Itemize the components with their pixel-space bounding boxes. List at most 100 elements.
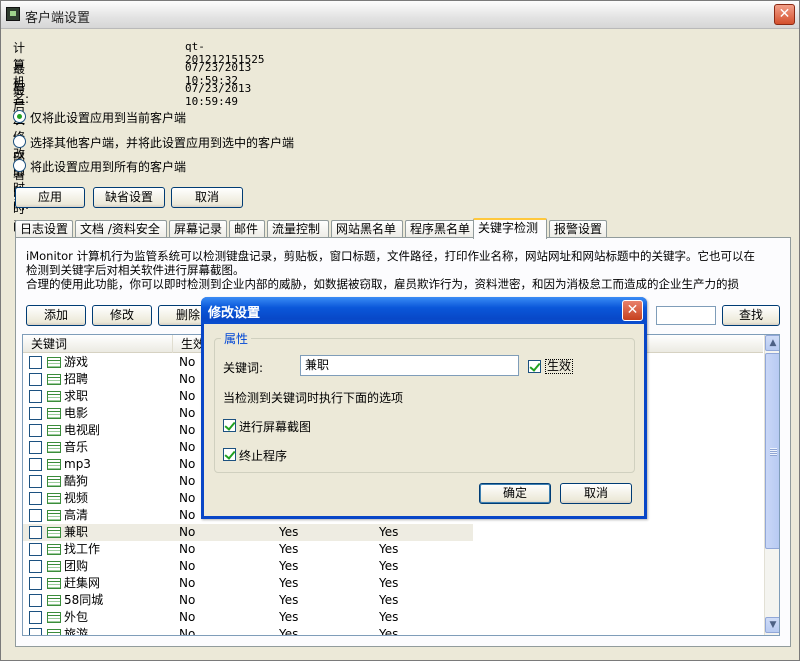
- radio-label: 将此设置应用到所有的客户端: [30, 160, 187, 174]
- terminate-option-label[interactable]: 终止程序: [239, 447, 287, 464]
- cancel-button[interactable]: 取消: [171, 187, 243, 208]
- tab-program-blacklist[interactable]: 程序黑名单: [405, 220, 477, 238]
- radio-button[interactable]: [13, 110, 26, 123]
- keyword-cell: 招聘: [64, 372, 89, 386]
- list-item[interactable]: 赶集网 No Yes Yes: [23, 575, 763, 592]
- table-icon: [47, 544, 61, 555]
- default-settings-button[interactable]: 缺省设置: [93, 187, 165, 208]
- enabled-cell: No: [179, 372, 196, 386]
- description-text: iMonitor 计算机行为监管系统可以检测键盘记录，剪贴板，窗口标题，文件路径…: [26, 249, 776, 291]
- row-checkbox[interactable]: [29, 441, 42, 454]
- list-item[interactable]: 旅游 No Yes Yes: [23, 626, 763, 636]
- tab-screen-record[interactable]: 屏幕记录: [169, 220, 227, 238]
- window-close-button[interactable]: ✕: [774, 4, 795, 25]
- tab-email[interactable]: 邮件: [229, 220, 265, 238]
- row-checkbox[interactable]: [29, 509, 42, 522]
- row-checkbox[interactable]: [29, 577, 42, 590]
- keyword-cell: 团购: [64, 559, 89, 573]
- keyword-cell: 电视剧: [64, 423, 101, 437]
- edit-settings-dialog: 修改设置 ✕ 属性 关键词: 兼职 生效 当检测到关键词时执行下面的选项 进行屏…: [201, 297, 647, 519]
- row-checkbox[interactable]: [29, 526, 42, 539]
- row-checkbox[interactable]: [29, 407, 42, 420]
- description-line: iMonitor 计算机行为监管系统可以检测键盘记录，剪贴板，窗口标题，文件路径…: [26, 249, 756, 263]
- terminate-cell: Yes: [379, 610, 399, 624]
- apply-button[interactable]: 应用: [15, 187, 85, 208]
- enabled-label[interactable]: 生效: [545, 359, 574, 374]
- keyword-cell: 旅游: [64, 627, 89, 636]
- scrollbar-thumb[interactable]: [765, 353, 779, 549]
- tab-traffic-control[interactable]: 流量控制: [267, 220, 329, 238]
- tab-document-security[interactable]: 文档 /资料安全: [75, 220, 167, 238]
- list-item[interactable]: 外包 No Yes Yes: [23, 609, 763, 626]
- list-item[interactable]: 兼职 No Yes Yes: [23, 524, 763, 541]
- list-item[interactable]: 团购 No Yes Yes: [23, 558, 763, 575]
- table-icon: [47, 527, 61, 538]
- column-header-keyword[interactable]: 关键词: [23, 335, 173, 353]
- row-checkbox[interactable]: [29, 560, 42, 573]
- row-checkbox[interactable]: [29, 373, 42, 386]
- title-bar[interactable]: 客户端设置 ✕: [1, 1, 799, 29]
- radio-label: 选择其他客户端，并将此设置应用到选中的客户端: [30, 136, 295, 150]
- row-checkbox[interactable]: [29, 458, 42, 471]
- edit-keyword-button[interactable]: 修改: [92, 305, 152, 326]
- keyword-cell: 音乐: [64, 440, 89, 454]
- enabled-cell: No: [179, 627, 196, 636]
- screenshot-cell: Yes: [279, 627, 299, 636]
- keyword-cell: 酷狗: [64, 474, 89, 488]
- search-button[interactable]: 查找: [722, 305, 780, 326]
- table-icon: [47, 357, 61, 368]
- tab-alert-settings[interactable]: 报警设置: [549, 220, 607, 238]
- screenshot-cell: Yes: [279, 610, 299, 624]
- row-checkbox[interactable]: [29, 390, 42, 403]
- dialog-close-button[interactable]: ✕: [622, 300, 643, 321]
- row-checkbox[interactable]: [29, 475, 42, 488]
- keyword-input[interactable]: 兼职: [300, 355, 519, 376]
- row-checkbox[interactable]: [29, 492, 42, 505]
- app-icon: [6, 7, 20, 21]
- keyword-cell: 游戏: [64, 355, 89, 369]
- row-checkbox[interactable]: [29, 356, 42, 369]
- row-checkbox[interactable]: [29, 543, 42, 556]
- scroll-down-arrow-icon[interactable]: ▼: [765, 617, 779, 633]
- table-icon: [47, 510, 61, 521]
- dialog-cancel-button[interactable]: 取消: [560, 483, 632, 504]
- radio-button[interactable]: [13, 135, 26, 148]
- enabled-cell: No: [179, 610, 196, 624]
- enabled-cell: No: [179, 542, 196, 556]
- grip-icon: [770, 448, 777, 456]
- list-item[interactable]: 找工作 No Yes Yes: [23, 541, 763, 558]
- search-input[interactable]: [656, 306, 716, 325]
- tab-keyword-detection[interactable]: 关键字检测: [473, 218, 547, 239]
- dialog-title: 修改设置: [208, 306, 261, 321]
- row-checkbox[interactable]: [29, 594, 42, 607]
- table-icon: [47, 442, 61, 453]
- enabled-checkbox[interactable]: [528, 360, 541, 373]
- add-keyword-button[interactable]: 添加: [26, 305, 86, 326]
- enabled-cell: No: [179, 389, 196, 403]
- row-checkbox[interactable]: [29, 611, 42, 624]
- keyword-cell: 兼职: [64, 525, 89, 539]
- terminate-cell: Yes: [379, 593, 399, 607]
- screenshot-cell: Yes: [279, 525, 299, 539]
- radio-button[interactable]: [13, 159, 26, 172]
- screenshot-checkbox[interactable]: [223, 419, 236, 432]
- vertical-scrollbar[interactable]: ▲ ▼: [764, 335, 779, 635]
- keyword-cell: 赶集网: [64, 576, 101, 590]
- terminate-checkbox[interactable]: [223, 448, 236, 461]
- instruction-text: 当检测到关键词时执行下面的选项: [223, 391, 404, 405]
- table-icon: [47, 578, 61, 589]
- dialog-title-bar[interactable]: 修改设置 ✕: [201, 297, 647, 324]
- terminate-cell: Yes: [379, 559, 399, 573]
- tab-log-settings[interactable]: 日志设置: [15, 220, 73, 238]
- list-item[interactable]: 58同城 No Yes Yes: [23, 592, 763, 609]
- row-checkbox[interactable]: [29, 628, 42, 635]
- ok-button[interactable]: 确定: [479, 483, 551, 504]
- screenshot-cell: Yes: [279, 593, 299, 607]
- screenshot-option-label[interactable]: 进行屏幕截图: [239, 418, 311, 435]
- keyword-cell: 58同城: [64, 593, 104, 607]
- enabled-cell: No: [179, 355, 196, 369]
- tab-website-blacklist[interactable]: 网站黑名单: [331, 220, 403, 238]
- enabled-cell: No: [179, 423, 196, 437]
- scroll-up-arrow-icon[interactable]: ▲: [765, 335, 779, 351]
- row-checkbox[interactable]: [29, 424, 42, 437]
